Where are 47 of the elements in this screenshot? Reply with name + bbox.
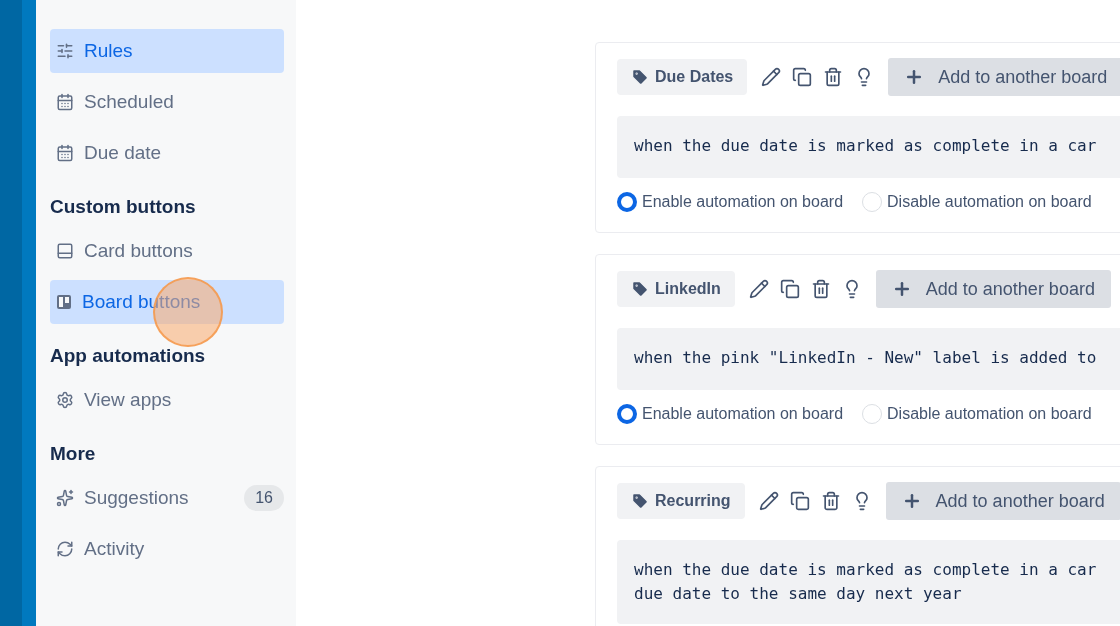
sidebar-item[interactable]: Rules — [50, 29, 284, 73]
sidebar-item[interactable]: Due date — [50, 131, 284, 175]
copy-icon[interactable] — [779, 279, 800, 299]
tag-icon — [631, 68, 649, 86]
radio-option[interactable]: Enable automation on board — [617, 192, 844, 212]
section-header: App automations — [50, 344, 207, 368]
radio-option[interactable]: Enable automation on board — [617, 404, 844, 424]
sliders-icon — [56, 42, 74, 60]
sidebar-item[interactable]: Scheduled — [50, 80, 284, 124]
radio-option[interactable]: Disable automation on board — [862, 404, 1092, 424]
edit-icon[interactable] — [761, 67, 782, 87]
add-to-board-button[interactable]: Add to another board — [885, 482, 1120, 520]
edit-icon[interactable] — [758, 491, 779, 511]
count-badge: 16 — [244, 485, 284, 511]
radio-icon[interactable] — [617, 192, 637, 212]
sidebar-item[interactable]: Activity — [50, 527, 284, 571]
board-icon — [56, 294, 72, 310]
sidebar-item[interactable]: Board buttons — [50, 280, 284, 324]
label-chip: Recurring — [617, 483, 745, 519]
rule-code: when the due date is marked as complete in a car due date to the same day next year — [617, 540, 1120, 624]
section-header: Custom buttons — [50, 195, 197, 219]
delete-icon[interactable] — [810, 279, 831, 299]
settings-icon — [56, 391, 74, 409]
calendar-icon — [56, 144, 74, 162]
delete-icon[interactable] — [820, 491, 841, 511]
label-chip: LinkedIn — [617, 271, 735, 307]
calendar-icon — [56, 93, 74, 111]
refresh-icon — [56, 540, 74, 558]
sidebar-item[interactable]: View apps — [50, 378, 284, 422]
sidebar-item[interactable]: Suggestions 16 — [50, 476, 284, 520]
add-to-board-button[interactable]: Add to another board — [875, 270, 1111, 308]
sparkles-icon — [56, 489, 74, 507]
rule-code: when the pink "LinkedIn - New" label is added to — [617, 328, 1120, 390]
sidebar-item[interactable]: Card buttons — [50, 229, 284, 273]
card-icon — [56, 242, 74, 260]
radio-option[interactable]: Disable automation on board — [862, 192, 1092, 212]
rule-code: when the due date is marked as complete in a car — [617, 116, 1120, 178]
add-to-board-button[interactable]: Add to another board — [888, 58, 1120, 96]
delete-icon[interactable] — [823, 67, 844, 87]
tag-icon — [631, 280, 649, 298]
label-chip: Due Dates — [617, 59, 748, 95]
section-header: More — [50, 442, 97, 466]
radio-icon[interactable] — [617, 404, 637, 424]
tag-icon — [631, 492, 649, 510]
copy-icon[interactable] — [789, 491, 810, 511]
copy-icon[interactable] — [792, 67, 813, 87]
edit-icon[interactable] — [748, 279, 769, 299]
